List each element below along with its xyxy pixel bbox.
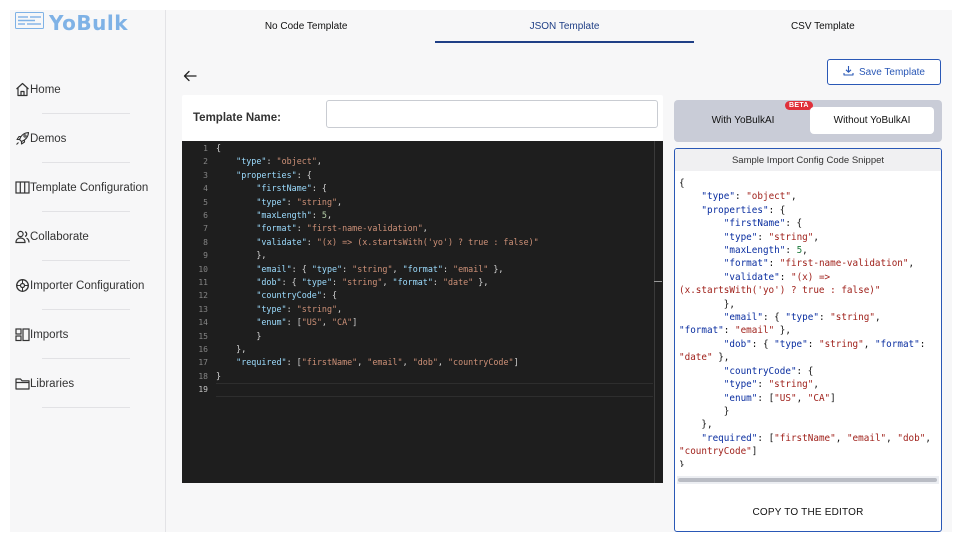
code-line[interactable]: } xyxy=(216,330,663,343)
ai-mode-toggle: With YoBulkAI BETA Without YoBulkAI xyxy=(674,100,942,142)
users-icon xyxy=(15,229,30,244)
sidebar-item-collaborate[interactable]: Collaborate xyxy=(10,212,166,261)
copy-to-editor-button[interactable]: COPY TO THE EDITOR xyxy=(675,493,941,531)
sidebar: YoBulk Home Demos Template Configuration xyxy=(10,10,166,532)
code-area[interactable]: { "type": "object", "properties": { "fir… xyxy=(216,141,663,483)
sidebar-item-home[interactable]: Home xyxy=(10,65,166,114)
logo-text: YoBulk xyxy=(49,11,129,35)
code-line[interactable]: "firstName": { xyxy=(216,182,663,195)
code-line[interactable]: "type": "object", xyxy=(216,155,663,168)
line-number: 10 xyxy=(198,264,208,274)
line-number: 19 xyxy=(198,385,208,395)
with-yobulkai-option[interactable]: With YoBulkAI xyxy=(680,107,806,134)
app-window: YoBulk Home Demos Template Configuration xyxy=(10,10,952,532)
line-number: 4 xyxy=(203,184,208,194)
sidebar-item-label: Importer Configuration xyxy=(30,279,145,292)
logo-icon xyxy=(15,12,44,34)
json-code-editor[interactable]: 1 2 3 4 5 6 7 8 9 10 11 12 13 14 15 16 17 18 19 { "type": … xyxy=(182,141,663,483)
line-number: 3 xyxy=(203,170,208,180)
code-line[interactable]: "properties": { xyxy=(216,169,663,182)
line-number: 7 xyxy=(203,224,208,234)
save-template-button[interactable]: Save Template xyxy=(827,59,941,85)
sample-config-snippet-panel: Sample Import Config Code Snippet { "typ… xyxy=(674,148,942,532)
line-number: 15 xyxy=(198,331,208,341)
sidebar-item-label: Collaborate xyxy=(30,230,89,243)
code-line[interactable]: "countryCode": { xyxy=(216,289,663,302)
line-number: 13 xyxy=(198,304,208,314)
back-arrow-icon[interactable] xyxy=(182,68,198,84)
line-number: 6 xyxy=(203,211,208,220)
template-name-card: Template Name: xyxy=(182,95,663,141)
sidebar-item-label: Home xyxy=(30,83,61,96)
template-name-input[interactable] xyxy=(326,100,658,128)
code-line[interactable]: "type": "string", xyxy=(216,196,663,209)
folder-icon xyxy=(15,376,30,391)
line-number: 5 xyxy=(203,197,208,207)
code-line[interactable]: { xyxy=(216,142,663,155)
snippet-scrollbar-thumb[interactable] xyxy=(678,478,937,482)
sidebar-item-label: Template Configuration xyxy=(30,181,149,194)
template-name-label: Template Name: xyxy=(193,112,281,124)
rocket-icon xyxy=(15,131,30,146)
code-line[interactable]: "maxLength": 5, xyxy=(216,209,663,222)
line-number-gutter: 1 2 3 4 5 6 7 8 9 10 11 12 13 14 15 16 17 18 19 xyxy=(182,141,216,483)
settings-icon xyxy=(15,278,30,293)
template-tabs: No Code Template JSON Template CSV Templ… xyxy=(177,10,952,43)
code-line[interactable]: }, xyxy=(216,249,663,262)
code-line[interactable]: "format": "first-name-validation", xyxy=(216,222,663,235)
code-line[interactable] xyxy=(216,383,663,396)
sidebar-item-template-configuration[interactable]: Template Configuration xyxy=(10,163,166,212)
line-number: 2 xyxy=(203,157,208,167)
beta-badge: BETA xyxy=(785,101,813,110)
line-number: 17 xyxy=(198,358,208,368)
code-line[interactable]: "email": { "type": "string", "format": "… xyxy=(216,263,663,276)
code-line[interactable]: "enum": ["US", "CA"] xyxy=(216,316,663,329)
home-icon xyxy=(15,82,30,97)
tab-json-template[interactable]: JSON Template xyxy=(435,10,694,43)
sidebar-item-label: Libraries xyxy=(30,377,75,390)
code-line[interactable]: "validate": "(x) => (x.startsWith('yo') … xyxy=(216,236,663,249)
line-number: 9 xyxy=(203,251,208,261)
without-yobulkai-option[interactable]: Without YoBulkAI xyxy=(810,107,934,134)
line-number: 12 xyxy=(198,291,208,301)
logo[interactable]: YoBulk xyxy=(15,10,128,36)
download-icon xyxy=(843,65,854,79)
snippet-code: { "type": "object", "properties": { "fir… xyxy=(679,178,931,467)
snippet-scrollbar[interactable] xyxy=(677,476,939,484)
sidebar-item-label: Imports xyxy=(30,328,69,341)
code-line[interactable]: "dob": { "type": "string", "format": "da… xyxy=(216,276,663,289)
sidebar-item-demos[interactable]: Demos xyxy=(10,114,166,163)
code-line[interactable]: "type": "string", xyxy=(216,303,663,316)
snippet-title: Sample Import Config Code Snippet xyxy=(675,149,941,171)
save-template-label: Save Template xyxy=(859,66,925,78)
editor-scrollbar[interactable] xyxy=(654,141,655,483)
line-number: 11 xyxy=(198,278,208,287)
tab-csv-template[interactable]: CSV Template xyxy=(694,10,952,42)
line-number: 16 xyxy=(198,345,208,354)
line-number: 1 xyxy=(203,144,208,153)
code-line[interactable]: "required": ["firstName", "email", "dob"… xyxy=(216,356,663,369)
sidebar-item-label: Demos xyxy=(30,132,67,145)
sidebar-item-libraries[interactable]: Libraries xyxy=(10,359,166,408)
imports-icon xyxy=(15,327,30,342)
line-number: 14 xyxy=(198,318,208,328)
sidebar-nav: Home Demos Template Configuration Collab… xyxy=(10,65,166,408)
tab-no-code-template[interactable]: No Code Template xyxy=(177,10,435,42)
line-number: 18 xyxy=(198,371,208,381)
columns-icon xyxy=(15,180,30,195)
editor-overview-marker xyxy=(654,281,662,282)
line-number: 8 xyxy=(203,237,208,247)
code-line[interactable]: } xyxy=(216,370,663,383)
code-line[interactable]: }, xyxy=(216,343,663,356)
sidebar-item-imports[interactable]: Imports xyxy=(10,310,166,359)
sidebar-item-importer-configuration[interactable]: Importer Configuration xyxy=(10,261,166,310)
